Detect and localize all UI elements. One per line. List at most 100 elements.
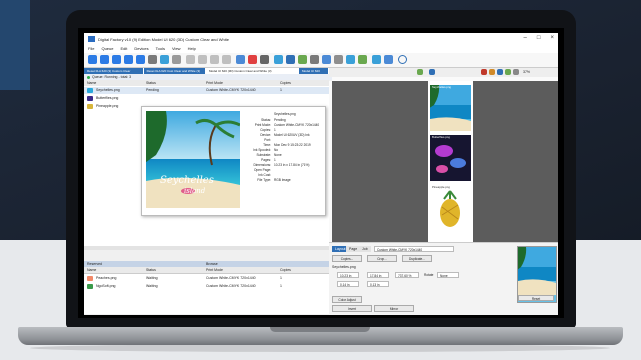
column-name[interactable]: Name	[87, 267, 96, 273]
layout-icon[interactable]	[334, 55, 343, 64]
color-adjust-button[interactable]: Color Adjust	[332, 296, 362, 303]
menu-help[interactable]: Help	[188, 45, 196, 53]
detail-key: Dimensions:	[253, 163, 271, 167]
resume-icon[interactable]	[222, 55, 231, 64]
column-copies[interactable]: Copies	[280, 267, 291, 273]
job-copies: 1	[280, 88, 282, 92]
layout-item[interactable]: Seychelles.png	[430, 85, 471, 131]
menu-edit[interactable]: Edit	[120, 45, 127, 53]
detail-key: Ink Spooled:	[253, 148, 271, 152]
tile-icon[interactable]	[286, 55, 295, 64]
detail-value: 1	[274, 128, 276, 132]
nest-icon[interactable]	[298, 55, 307, 64]
zoom-level[interactable]: 37%	[523, 70, 530, 74]
detail-value: No	[274, 148, 279, 152]
height-field[interactable]: 0.13 in	[367, 281, 389, 287]
menu-queue[interactable]: Queue	[101, 45, 113, 53]
detail-key: Port:	[264, 138, 271, 142]
tools-icon[interactable]	[372, 55, 381, 64]
duplicate-button[interactable]: Duplicate...	[402, 255, 432, 262]
help-icon[interactable]	[398, 55, 407, 64]
menu-tools[interactable]: Tools	[156, 45, 165, 53]
print-job-icon[interactable]	[136, 55, 145, 64]
maximize-button[interactable]: □	[537, 35, 541, 41]
layout-item-name: Pineapple.png	[432, 185, 450, 189]
crop-button[interactable]: Crop...	[367, 255, 397, 262]
copies-button[interactable]: Copies...	[332, 255, 362, 262]
job-print-mode: Custom White-CMYK 720x1440	[206, 276, 256, 280]
nest-tool-icon[interactable]	[481, 69, 487, 75]
job-name: Seychelles.png	[96, 88, 120, 92]
open-file-icon[interactable]	[88, 55, 97, 64]
print-mode-select[interactable]: Custom White-CMYK 720x1440	[374, 246, 454, 252]
printer-icon[interactable]	[260, 55, 269, 64]
rotate-select[interactable]: None	[437, 272, 459, 278]
scale-field[interactable]: 737.60 %	[395, 272, 419, 278]
settings-icon[interactable]	[236, 55, 245, 64]
menu-file[interactable]: File	[88, 45, 94, 53]
ticket-icon[interactable]	[148, 55, 157, 64]
invert-button[interactable]: Invert	[332, 305, 372, 312]
reserved-list-header: Name Status Print Mode Copies	[84, 267, 329, 274]
stop-icon[interactable]	[248, 55, 257, 64]
add-folder-icon[interactable]	[112, 55, 121, 64]
close-button[interactable]: ×	[550, 35, 554, 41]
laptop-notch	[270, 327, 370, 332]
menu-view[interactable]: View	[172, 45, 181, 53]
layout-item[interactable]: Pineapple.png	[430, 185, 471, 231]
table-row[interactable]: Butterflies.png	[84, 95, 329, 102]
copy-icon[interactable]	[198, 55, 207, 64]
detail-value: Custom White-CMYK 720x1440	[274, 123, 320, 127]
column-print-mode[interactable]: Print Mode	[206, 267, 223, 273]
delete-icon[interactable]	[186, 55, 195, 64]
job-status: Pending	[146, 88, 159, 92]
media-icon[interactable]	[346, 55, 355, 64]
detail-key: Print Mode:	[254, 123, 271, 127]
width-field[interactable]: 0.14 in	[337, 281, 359, 287]
media-sheet: Seychelles.png Butterflies.png Pineapple…	[428, 81, 473, 242]
measure-icon[interactable]	[310, 55, 319, 64]
rip-icon[interactable]	[160, 55, 169, 64]
fit-tool-icon[interactable]	[497, 69, 503, 75]
add-file-icon[interactable]	[100, 55, 109, 64]
table-row[interactable]: NgoSoft.png Waiting Custom White-CMYK 72…	[84, 283, 329, 290]
move-tool-icon[interactable]	[417, 69, 423, 75]
color-icon[interactable]	[322, 55, 331, 64]
export-icon[interactable]	[384, 55, 393, 64]
running-status-icon	[87, 75, 90, 79]
rotate-label: Rotate	[424, 273, 434, 277]
detail-value: 1	[274, 158, 276, 162]
layout-item-name: Seychelles.png	[432, 85, 451, 89]
select-tool-icon[interactable]	[429, 69, 435, 75]
laptop-shadow	[30, 344, 610, 352]
layout-item[interactable]: Butterflies.png	[430, 135, 471, 181]
detail-value: None	[274, 153, 282, 157]
tab-job[interactable]: Job	[359, 246, 371, 252]
mirror-button[interactable]: Mirror	[374, 305, 414, 312]
job-name: Pineapple.png	[96, 104, 119, 108]
detail-key: File Type:	[257, 178, 271, 182]
pause-icon[interactable]	[210, 55, 219, 64]
detail-key: Status:	[261, 118, 271, 122]
job-name: Peaches.png	[96, 276, 117, 280]
refresh-icon[interactable]	[274, 55, 283, 64]
main-toolbar	[84, 53, 558, 68]
horizontal-scrollbar[interactable]	[84, 246, 329, 250]
job-thumbnail-preview: Reset	[517, 246, 557, 303]
table-row[interactable]: Seychelles.png Pending Custom White-CMYK…	[84, 87, 329, 94]
grid-tool-icon[interactable]	[505, 69, 511, 75]
reset-button[interactable]: Reset	[518, 295, 554, 301]
hold-job-icon[interactable]	[124, 55, 133, 64]
detail-filename: Seychelles.png	[274, 112, 296, 116]
x-position-field[interactable]: 10.23 in	[337, 272, 359, 278]
column-status[interactable]: Status	[146, 267, 156, 273]
table-row[interactable]: Peaches.png Waiting Custom White-CMYK 72…	[84, 275, 329, 282]
tile-tool-icon[interactable]	[489, 69, 495, 75]
calibrate-icon[interactable]	[358, 55, 367, 64]
minimize-button[interactable]: –	[524, 35, 527, 41]
y-position-field[interactable]: 17.84 in	[367, 272, 389, 278]
layout-toolbar: 37%	[329, 68, 558, 77]
menu-devices[interactable]: Devices	[134, 45, 148, 53]
zoom-tool-icon[interactable]	[513, 69, 519, 75]
spool-icon[interactable]	[172, 55, 181, 64]
